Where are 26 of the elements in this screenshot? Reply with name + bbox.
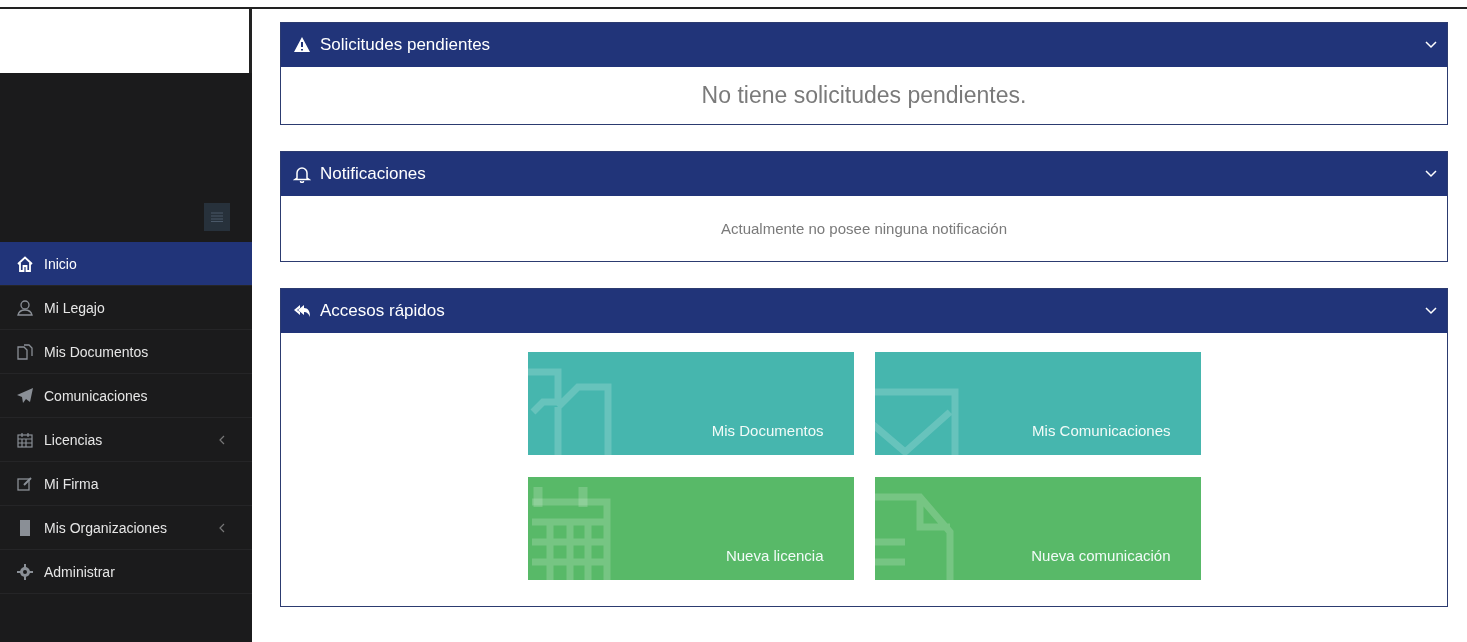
sidebar-item[interactable]: Comunicaciones [0, 374, 252, 418]
sidebar-item[interactable]: Inicio [0, 242, 252, 286]
sidebar-item[interactable]: Mis Documentos [0, 330, 252, 374]
paper-plane-icon [16, 386, 34, 405]
edit-icon [16, 474, 34, 493]
empty-message: Actualmente no posee ninguna notificación [719, 219, 1008, 239]
empty-message: No tiene solicitudes pendientes. [700, 81, 1028, 110]
menu-icon [211, 212, 223, 222]
warning-icon [293, 36, 311, 54]
panel-header[interactable]: Notificaciones [281, 152, 1447, 196]
bell-icon [293, 165, 311, 183]
panel-header[interactable]: Accesos rápidos [281, 289, 1447, 333]
home-icon [16, 254, 34, 273]
chevron-down-icon[interactable] [1425, 41, 1437, 49]
user-icon [16, 298, 34, 317]
sidebar-item[interactable]: Mi Legajo [0, 286, 252, 330]
chevron-down-icon[interactable] [1425, 170, 1437, 178]
sidebar-item[interactable]: Licencias [0, 418, 252, 462]
panel-header[interactable]: Solicitudes pendientes [281, 23, 1447, 67]
calendar-icon [16, 430, 34, 449]
chevron-down-icon[interactable] [1425, 307, 1437, 315]
sidebar-item[interactable]: Administrar [0, 550, 252, 594]
menu-toggle-button[interactable] [204, 203, 230, 231]
sidebar-item[interactable]: Mi Firma [0, 462, 252, 506]
documents-icon [16, 342, 34, 361]
sidebar-item[interactable]: Mis Organizaciones [0, 506, 252, 550]
